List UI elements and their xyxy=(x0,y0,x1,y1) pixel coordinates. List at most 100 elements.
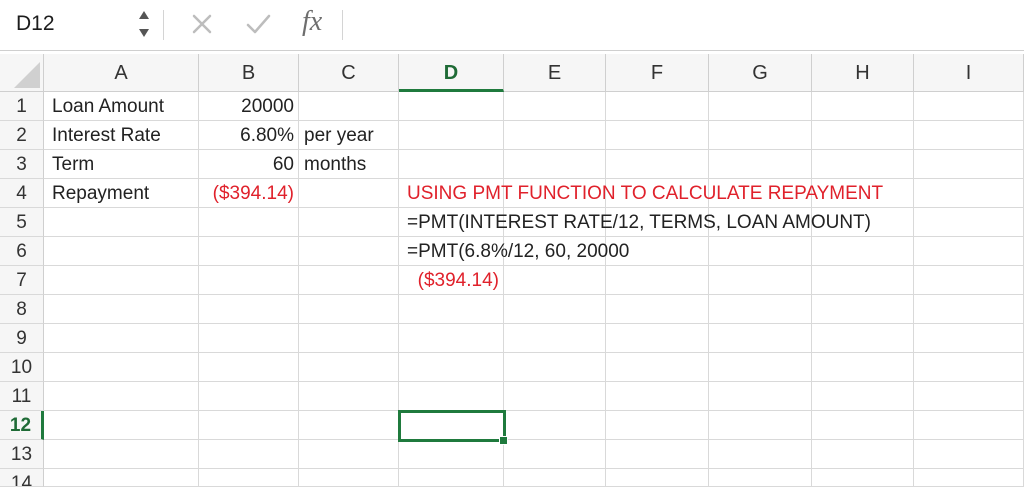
grid-cell[interactable] xyxy=(399,353,504,382)
grid-cell[interactable] xyxy=(199,440,299,469)
grid-cell[interactable] xyxy=(199,411,299,440)
row-header-4[interactable]: 4 xyxy=(0,179,44,208)
cell-d4[interactable]: USING PMT FUNCTION TO CALCULATE REPAYMEN… xyxy=(407,179,883,208)
grid-cell[interactable] xyxy=(709,266,812,295)
grid-cell[interactable] xyxy=(44,237,199,266)
row-header-10[interactable]: 10 xyxy=(0,353,44,382)
grid-cell[interactable] xyxy=(606,295,709,324)
grid-cell[interactable] xyxy=(504,266,606,295)
formula-input[interactable] xyxy=(352,10,1016,42)
grid-cell[interactable] xyxy=(606,411,709,440)
grid-cell[interactable] xyxy=(606,469,709,487)
grid-cell[interactable] xyxy=(299,92,399,121)
grid-cell[interactable] xyxy=(44,208,199,237)
grid-cell[interactable] xyxy=(709,324,812,353)
grid-cell[interactable] xyxy=(914,92,1024,121)
grid-cell[interactable] xyxy=(399,440,504,469)
grid-cell[interactable] xyxy=(44,353,199,382)
cell-b2[interactable]: 6.80% xyxy=(199,121,294,150)
grid-cell[interactable] xyxy=(399,150,504,179)
close-icon[interactable] xyxy=(186,8,218,40)
grid-cell[interactable] xyxy=(199,469,299,487)
cell-d6[interactable]: =PMT(6.8%/12, 60, 20000 xyxy=(407,237,629,266)
row-header-6[interactable]: 6 xyxy=(0,237,44,266)
grid-cell[interactable] xyxy=(199,266,299,295)
grid-cell[interactable] xyxy=(504,324,606,353)
column-header-h[interactable]: H xyxy=(812,54,914,92)
cell-d7[interactable]: ($394.14) xyxy=(399,266,499,295)
check-icon[interactable] xyxy=(242,8,274,40)
grid-cell[interactable] xyxy=(914,440,1024,469)
grid-cell[interactable] xyxy=(399,469,504,487)
grid-cell[interactable] xyxy=(504,382,606,411)
grid-cell[interactable] xyxy=(399,295,504,324)
grid-cell[interactable] xyxy=(399,121,504,150)
grid-cell[interactable] xyxy=(812,382,914,411)
grid-cell[interactable] xyxy=(504,92,606,121)
column-header-f[interactable]: F xyxy=(606,54,709,92)
row-header-9[interactable]: 9 xyxy=(0,324,44,353)
function-icon[interactable]: fx xyxy=(302,6,322,38)
cell-b1[interactable]: 20000 xyxy=(199,92,294,121)
grid-cell[interactable] xyxy=(606,150,709,179)
grid-cell[interactable] xyxy=(606,440,709,469)
fill-handle[interactable] xyxy=(499,436,508,445)
grid-cell[interactable] xyxy=(709,382,812,411)
cell-d5[interactable]: =PMT(INTEREST RATE/12, TERMS, LOAN AMOUN… xyxy=(407,208,871,237)
cell-a2[interactable]: Interest Rate xyxy=(52,121,161,150)
cell-a4[interactable]: Repayment xyxy=(52,179,149,208)
grid-cell[interactable] xyxy=(914,324,1024,353)
grid-cell[interactable] xyxy=(812,92,914,121)
grid-cell[interactable] xyxy=(914,353,1024,382)
grid-cell[interactable] xyxy=(44,295,199,324)
grid-cell[interactable] xyxy=(606,353,709,382)
grid-cell[interactable] xyxy=(299,440,399,469)
grid-cell[interactable] xyxy=(504,150,606,179)
grid-cell[interactable] xyxy=(399,92,504,121)
row-header-1[interactable]: 1 xyxy=(0,92,44,121)
grid-cell[interactable] xyxy=(199,237,299,266)
grid-cell[interactable] xyxy=(914,266,1024,295)
grid-cell[interactable] xyxy=(914,208,1024,237)
grid-cell[interactable] xyxy=(812,237,914,266)
grid-cell[interactable] xyxy=(606,324,709,353)
grid-cell[interactable] xyxy=(299,382,399,411)
chevron-up-icon[interactable] xyxy=(137,8,151,22)
row-header-13[interactable]: 13 xyxy=(0,440,44,469)
grid-cell[interactable] xyxy=(914,411,1024,440)
grid-cell[interactable] xyxy=(606,266,709,295)
grid-cell[interactable] xyxy=(44,469,199,487)
row-header-5[interactable]: 5 xyxy=(0,208,44,237)
grid-cell[interactable] xyxy=(709,237,812,266)
active-cell-selection[interactable] xyxy=(398,410,506,442)
grid-cell[interactable] xyxy=(44,411,199,440)
name-box[interactable]: D12 xyxy=(0,0,162,50)
grid-cell[interactable] xyxy=(812,353,914,382)
grid-cell[interactable] xyxy=(44,324,199,353)
cell-b4[interactable]: ($394.14) xyxy=(199,179,294,208)
name-box-stepper[interactable] xyxy=(137,8,151,42)
cell-a1[interactable]: Loan Amount xyxy=(52,92,164,121)
row-header-3[interactable]: 3 xyxy=(0,150,44,179)
grid-cell[interactable] xyxy=(44,266,199,295)
grid-cell[interactable] xyxy=(504,121,606,150)
row-header-7[interactable]: 7 xyxy=(0,266,44,295)
chevron-down-icon[interactable] xyxy=(137,26,151,40)
grid-cell[interactable] xyxy=(812,295,914,324)
grid-cell[interactable] xyxy=(812,266,914,295)
grid-cell[interactable] xyxy=(504,411,606,440)
grid-cell[interactable] xyxy=(44,440,199,469)
grid-cell[interactable] xyxy=(399,382,504,411)
row-header-14[interactable]: 14 xyxy=(0,469,44,487)
grid-cell[interactable] xyxy=(299,353,399,382)
grid-cell[interactable] xyxy=(199,208,299,237)
grid-cell[interactable] xyxy=(299,295,399,324)
grid-cell[interactable] xyxy=(504,353,606,382)
grid-cell[interactable] xyxy=(606,121,709,150)
grid-cell[interactable] xyxy=(606,92,709,121)
grid-cell[interactable] xyxy=(299,324,399,353)
cell-b3[interactable]: 60 xyxy=(199,150,294,179)
grid-cell[interactable] xyxy=(299,266,399,295)
cell-c2[interactable]: per year xyxy=(304,121,374,150)
grid-cell[interactable] xyxy=(812,411,914,440)
